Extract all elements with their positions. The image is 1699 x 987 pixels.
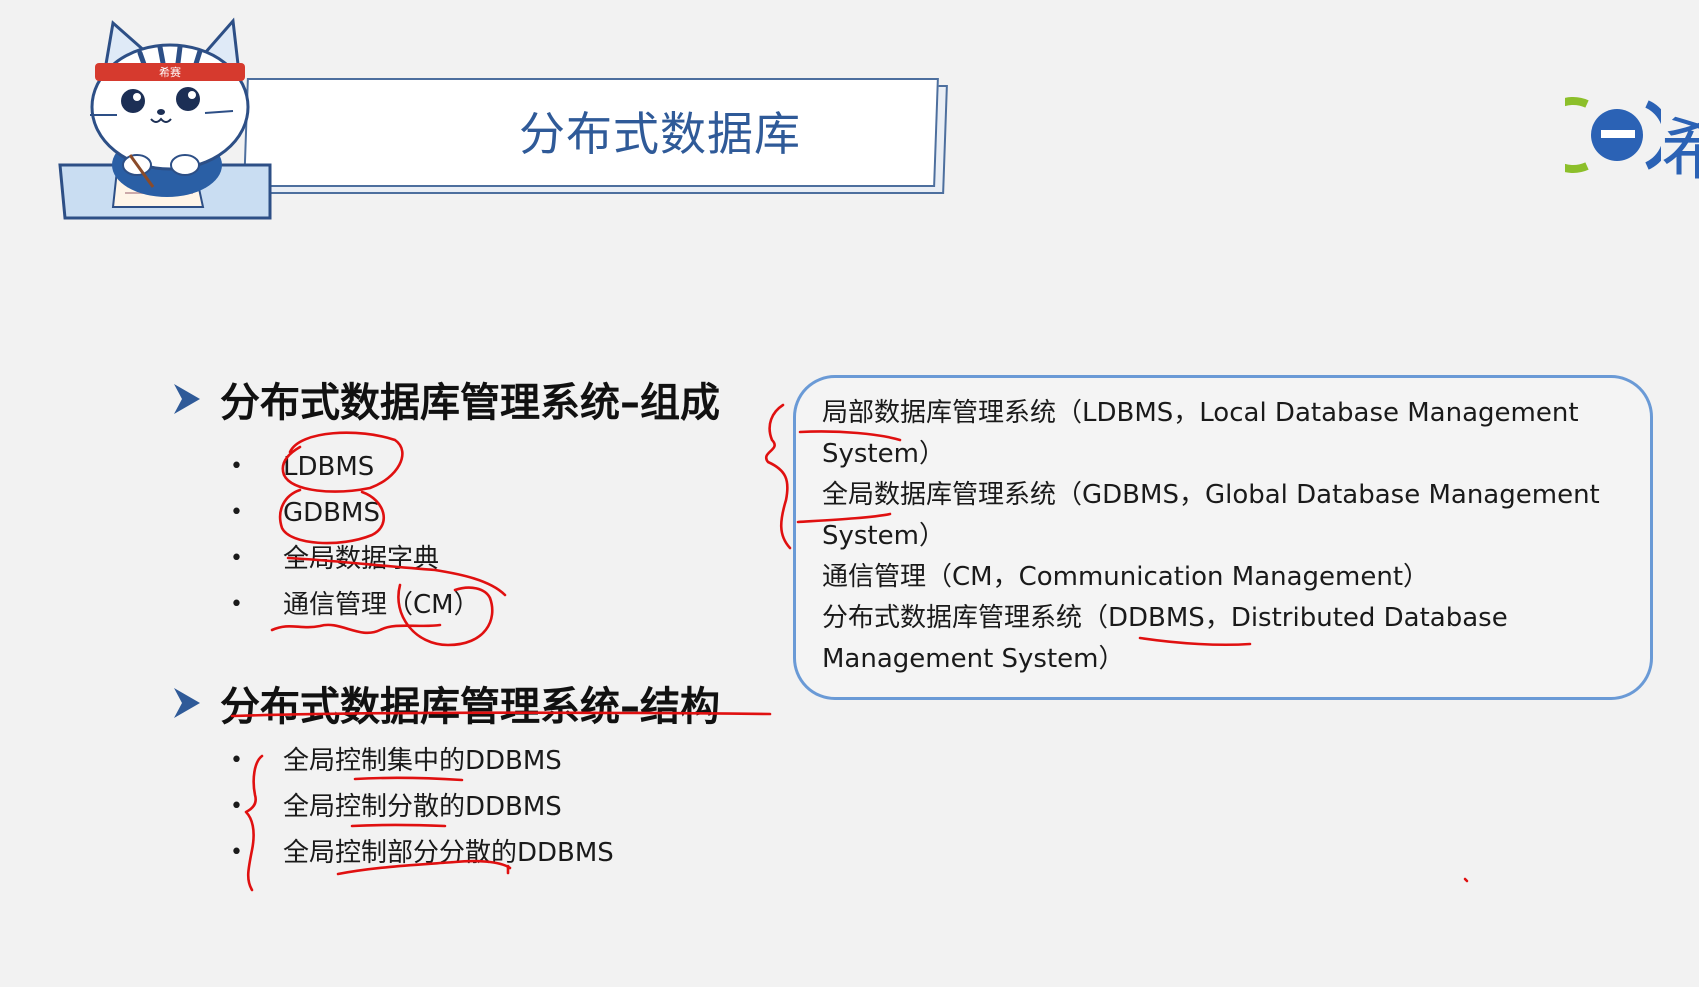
- stray-ink-dot: [1463, 877, 1469, 883]
- list-item: 全局数据字典: [230, 536, 480, 582]
- mascot-headband-text: 希赛: [159, 65, 181, 79]
- logo-text: 希: [1661, 111, 1699, 180]
- definition-line: 分布式数据库管理系统（DDBMS，Distributed Database: [822, 603, 1508, 633]
- definition-line: 局部数据库管理系统（LDBMS，Local Database Managemen…: [822, 398, 1579, 428]
- list-item: 全局控制集中的DDBMS: [230, 738, 614, 784]
- structure-list: 全局控制集中的DDBMS 全局控制分散的DDBMS 全局控制部分分散的DDBMS: [230, 738, 614, 876]
- section2-heading-text: 分布式数据库管理系统–结构: [220, 684, 720, 730]
- section1-heading-text: 分布式数据库管理系统–组成: [220, 380, 720, 426]
- definition-line: 通信管理（CM，Communication Management）: [822, 562, 1430, 592]
- slide-title: 分布式数据库: [519, 107, 801, 161]
- section-heading-structure: 分布式数据库管理系统–结构: [172, 674, 720, 732]
- list-item: 通信管理（CM）: [230, 582, 480, 628]
- list-item: 全局控制分散的DDBMS: [230, 784, 614, 830]
- company-logo: 希: [1565, 90, 1699, 180]
- arrow-bullet-icon: [174, 384, 200, 414]
- list-item: 全局控制部分分散的DDBMS: [230, 830, 614, 876]
- info-brace-mark: [764, 403, 792, 550]
- definition-line: 全局数据库管理系统（GDBMS，Global Database Manageme…: [822, 480, 1600, 510]
- logo-mark-icon: [1565, 97, 1671, 173]
- definition-lines: 局部数据库管理系统（LDBMS，Local Database Managemen…: [822, 393, 1642, 680]
- definition-line: System）: [822, 521, 945, 551]
- definition-line: Management System）: [822, 644, 1125, 674]
- composition-list: LDBMS GDBMS 全局数据字典 通信管理（CM）: [230, 444, 480, 628]
- cat-mascot-icon: 希赛: [58, 17, 272, 220]
- definition-line: System）: [822, 439, 945, 469]
- list-item: GDBMS: [230, 490, 480, 536]
- section-heading-composition: 分布式数据库管理系统–组成: [172, 370, 720, 428]
- slide: 分布式数据库 希赛 希 分布式数据库管理系统–组成 • LDBMS • GDBM…: [0, 0, 1699, 987]
- list-item: LDBMS: [230, 444, 480, 490]
- arrow-bullet-icon: [174, 688, 200, 718]
